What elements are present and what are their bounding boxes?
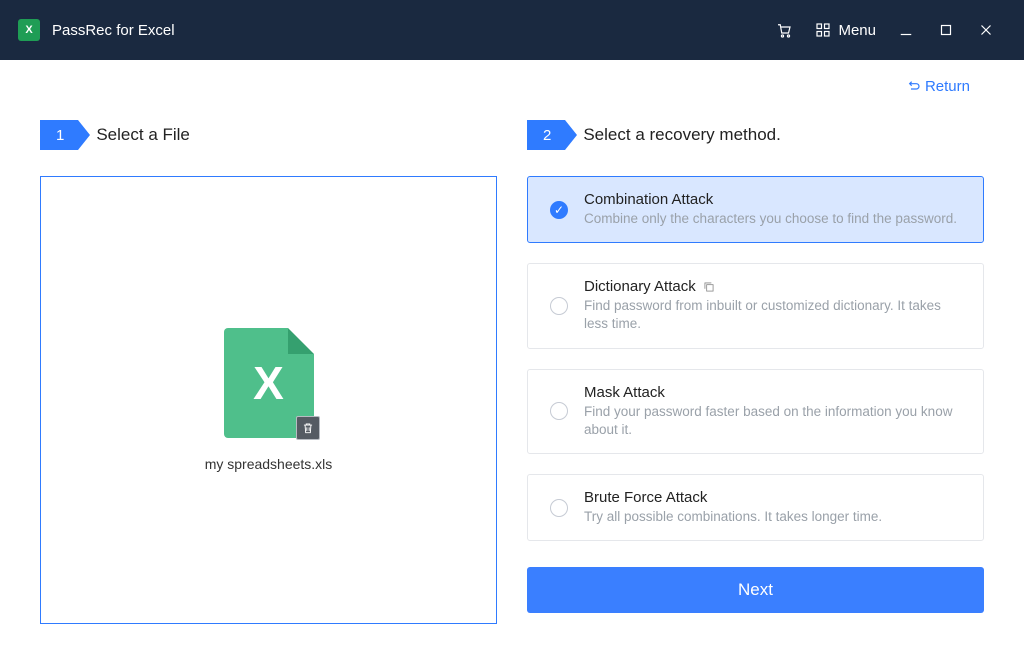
copy-icon <box>702 280 716 294</box>
method-radio[interactable] <box>550 297 568 315</box>
next-button[interactable]: Next <box>527 567 984 613</box>
method-title: Combination Attack <box>584 191 965 208</box>
method-title-text: Combination Attack <box>584 191 713 208</box>
method-title: Dictionary Attack <box>584 278 965 295</box>
step-1-title: Select a File <box>96 125 190 145</box>
maximize-icon <box>937 21 955 39</box>
method-title: Mask Attack <box>584 384 965 401</box>
method-title-text: Dictionary Attack <box>584 278 696 295</box>
titlebar: X PassRec for Excel Menu <box>0 0 1024 60</box>
column-select-file: 1 Select a File X my spreadsheets.xls <box>40 120 497 624</box>
method-radio[interactable] <box>550 499 568 517</box>
step-2-title: Select a recovery method. <box>583 125 780 145</box>
method-card[interactable]: Brute Force Attack Try all possible combi… <box>527 474 984 541</box>
column-recovery-method: 2 Select a recovery method. Combination … <box>527 120 984 624</box>
file-icon-wrap: X <box>224 328 314 438</box>
close-button[interactable] <box>966 10 1006 50</box>
delete-file-button[interactable] <box>296 416 320 440</box>
app-logo-glyph: X <box>25 24 32 36</box>
next-label: Next <box>738 580 773 599</box>
method-radio[interactable] <box>550 402 568 420</box>
menu-button[interactable]: Menu <box>814 21 876 39</box>
main-content: Return 1 Select a File X <box>0 60 1024 663</box>
method-title-text: Brute Force Attack <box>584 489 707 506</box>
method-desc: Find your password faster based on the i… <box>584 403 965 439</box>
return-label: Return <box>925 78 970 95</box>
method-radio[interactable] <box>550 201 568 219</box>
method-desc: Combine only the characters you choose t… <box>584 210 965 228</box>
method-list: Combination Attack Combine only the chara… <box>527 176 984 541</box>
method-title-text: Mask Attack <box>584 384 665 401</box>
excel-glyph: X <box>253 356 284 410</box>
close-icon <box>977 21 995 39</box>
trash-icon <box>301 421 315 435</box>
menu-grid-icon <box>814 21 832 39</box>
return-icon <box>905 79 921 95</box>
minimize-icon <box>897 21 915 39</box>
file-name-label: my spreadsheets.xls <box>205 456 333 472</box>
method-desc: Try all possible combinations. It takes … <box>584 508 965 526</box>
method-card[interactable]: Combination Attack Combine only the chara… <box>527 176 984 243</box>
app-logo-icon: X <box>18 19 40 41</box>
maximize-button[interactable] <box>926 10 966 50</box>
step-2-number: 2 <box>543 127 551 144</box>
method-title: Brute Force Attack <box>584 489 965 506</box>
step-2-heading: 2 Select a recovery method. <box>527 120 984 150</box>
minimize-button[interactable] <box>886 10 926 50</box>
app-title: PassRec for Excel <box>52 22 175 39</box>
method-card[interactable]: Mask Attack Find your password faster bas… <box>527 369 984 454</box>
step-1-badge: 1 <box>40 120 78 150</box>
method-card[interactable]: Dictionary Attack Find password from inbu… <box>527 263 984 348</box>
cart-button[interactable] <box>764 10 804 50</box>
step-2-badge: 2 <box>527 120 565 150</box>
step-1-number: 1 <box>56 127 64 144</box>
method-desc: Find password from inbuilt or customized… <box>584 297 965 333</box>
cart-icon <box>775 21 793 39</box>
menu-label: Menu <box>838 22 876 39</box>
step-1-heading: 1 Select a File <box>40 120 497 150</box>
file-drop-panel[interactable]: X my spreadsheets.xls <box>40 176 497 624</box>
return-button[interactable]: Return <box>905 78 970 95</box>
